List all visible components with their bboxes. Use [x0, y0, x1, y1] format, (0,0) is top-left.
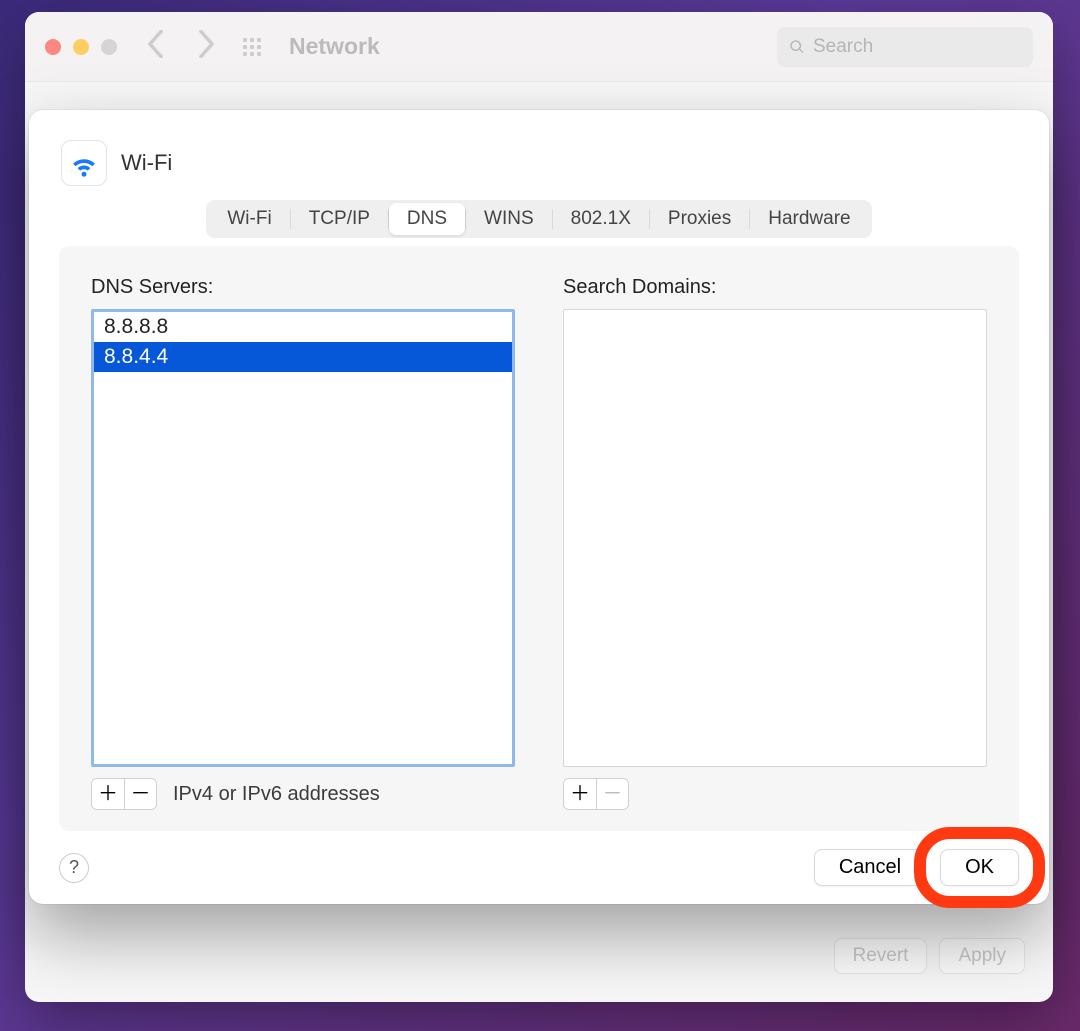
network-advanced-sheet: Wi-Fi Wi-Fi TCP/IP DNS WINS 802.1X Proxi…: [29, 110, 1049, 904]
domain-remove-button: －: [596, 779, 628, 809]
domain-add-button[interactable]: ＋: [564, 779, 596, 809]
search-domains-label: Search Domains:: [563, 276, 987, 299]
revert-button[interactable]: Revert: [834, 938, 928, 974]
close-window-icon[interactable]: [45, 39, 61, 55]
search-icon: [789, 39, 805, 55]
tab-tcpip[interactable]: TCP/IP: [291, 203, 388, 235]
search-placeholder: Search: [813, 36, 873, 58]
dns-servers-label: DNS Servers:: [91, 276, 515, 299]
wifi-icon: [61, 140, 107, 186]
tab-wifi[interactable]: Wi-Fi: [209, 203, 289, 235]
ok-button[interactable]: OK: [940, 849, 1019, 886]
titlebar: Network Search: [25, 12, 1053, 82]
dns-server-row[interactable]: 8.8.4.4: [94, 342, 512, 372]
dns-remove-button[interactable]: －: [124, 779, 156, 809]
tab-bar: Wi-Fi TCP/IP DNS WINS 802.1X Proxies Har…: [206, 200, 871, 238]
forward-icon[interactable]: [198, 30, 215, 64]
dns-server-row[interactable]: 8.8.8.8: [94, 312, 512, 342]
apply-button[interactable]: Apply: [939, 938, 1025, 974]
window-title: Network: [289, 33, 777, 60]
tab-proxies[interactable]: Proxies: [650, 203, 749, 235]
tab-wins[interactable]: WINS: [466, 203, 552, 235]
search-input[interactable]: Search: [777, 27, 1033, 67]
sheet-title: Wi-Fi: [121, 150, 172, 176]
help-button[interactable]: ?: [59, 853, 89, 883]
dns-add-button[interactable]: ＋: [92, 779, 124, 809]
traffic-lights: [45, 39, 117, 55]
dns-hint: IPv4 or IPv6 addresses: [173, 783, 380, 806]
show-all-icon[interactable]: [243, 38, 261, 56]
minimize-window-icon[interactable]: [73, 39, 89, 55]
cancel-button[interactable]: Cancel: [814, 849, 926, 886]
search-domains-list[interactable]: [563, 309, 987, 767]
zoom-window-icon: [101, 39, 117, 55]
tab-dns[interactable]: DNS: [389, 203, 465, 235]
back-icon[interactable]: [147, 30, 164, 64]
dns-panel: DNS Servers: 8.8.8.88.8.4.4 ＋ － IPv4 or …: [59, 246, 1019, 831]
dns-servers-list[interactable]: 8.8.8.88.8.4.4: [91, 309, 515, 767]
tab-hardware[interactable]: Hardware: [750, 203, 868, 235]
tab-8021x[interactable]: 802.1X: [553, 203, 649, 235]
